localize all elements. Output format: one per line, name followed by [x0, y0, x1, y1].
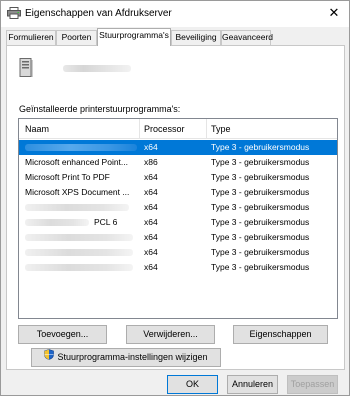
remove-driver-button[interactable]: Verwijderen...: [126, 325, 215, 344]
table-row[interactable]: PCL 6 x64 Type 3 - gebruikersmodus: [19, 215, 337, 230]
table-row[interactable]: x64 Type 3 - gebruikersmodus: [19, 260, 337, 275]
table-row[interactable]: x64 Type 3 - gebruikersmodus: [19, 200, 337, 215]
driver-processor: x64: [144, 217, 158, 227]
tab-forms[interactable]: Formulieren: [6, 30, 56, 45]
table-row[interactable]: x64 Type 3 - gebruikersmodus: [19, 230, 337, 245]
driver-processor: x64: [144, 172, 158, 182]
apply-button[interactable]: Toepassen: [287, 375, 338, 394]
driver-processor: x64: [144, 202, 158, 212]
driver-processor: x64: [144, 187, 158, 197]
table-row[interactable]: Microsoft enhanced Point... x86 Type 3 -…: [19, 155, 337, 170]
tab-advanced[interactable]: Geavanceerd: [221, 30, 273, 45]
driver-name: Microsoft enhanced Point...: [25, 157, 129, 167]
driver-properties-button[interactable]: Eigenschappen: [233, 325, 328, 344]
tab-strip: Formulieren Poorten Stuurprogramma's Bev…: [6, 28, 346, 46]
server-icon: [19, 58, 33, 78]
driver-processor: x64: [144, 142, 158, 152]
driver-type: Type 3 - gebruikersmodus: [211, 142, 310, 152]
driver-processor: x86: [144, 157, 158, 167]
driver-name-redacted: [25, 249, 133, 256]
driver-name-redacted: [25, 144, 137, 151]
column-header-name[interactable]: Naam: [21, 119, 138, 139]
printer-icon: [7, 7, 21, 19]
driver-name: Microsoft Print To PDF: [25, 172, 110, 182]
driver-type: Type 3 - gebruikersmodus: [211, 262, 310, 272]
tab-ports[interactable]: Poorten: [56, 30, 97, 45]
change-driver-settings-label: Stuurprogramma-instellingen wijzigen: [57, 352, 208, 362]
driver-type: Type 3 - gebruikersmodus: [211, 157, 310, 167]
driver-type: Type 3 - gebruikersmodus: [211, 232, 310, 242]
change-driver-settings-button[interactable]: Stuurprogramma-instellingen wijzigen: [31, 348, 221, 367]
table-row[interactable]: x64 Type 3 - gebruikersmodus: [19, 245, 337, 260]
driver-type: Type 3 - gebruikersmodus: [211, 172, 310, 182]
table-row[interactable]: x64 Type 3 - gebruikersmodus: [19, 140, 337, 155]
driver-type: Type 3 - gebruikersmodus: [211, 247, 310, 257]
table-row[interactable]: Microsoft XPS Document ... x64 Type 3 - …: [19, 185, 337, 200]
driver-name-redacted: [25, 204, 129, 211]
driver-processor: x64: [144, 262, 158, 272]
uac-shield-icon: [44, 349, 55, 366]
print-server-properties-dialog: Eigenschappen van Afdrukserver ✕ Formuli…: [0, 0, 350, 396]
list-header: Naam Processor Type: [19, 119, 337, 139]
driver-name: Microsoft XPS Document ...: [25, 187, 130, 197]
window-title: Eigenschappen van Afdrukserver: [25, 8, 172, 19]
driver-type: Type 3 - gebruikersmodus: [211, 217, 310, 227]
driver-processor: x64: [144, 232, 158, 242]
title-bar[interactable]: Eigenschappen van Afdrukserver ✕: [1, 1, 349, 27]
ok-button[interactable]: OK: [167, 375, 218, 394]
table-row[interactable]: Microsoft Print To PDF x64 Type 3 - gebr…: [19, 170, 337, 185]
cancel-button[interactable]: Annuleren: [227, 375, 278, 394]
driver-processor: x64: [144, 247, 158, 257]
driver-name-redacted: [25, 234, 133, 241]
close-button[interactable]: ✕: [319, 1, 349, 25]
drivers-list[interactable]: Naam Processor Type x64 Type 3 - gebruik…: [18, 118, 338, 319]
tab-drivers[interactable]: Stuurprogramma's: [97, 28, 171, 46]
driver-type: Type 3 - gebruikersmodus: [211, 202, 310, 212]
driver-name-redacted: [25, 264, 133, 271]
server-name-redacted: [63, 65, 131, 72]
driver-name-redacted: [25, 219, 89, 226]
driver-name: PCL 6: [94, 217, 118, 227]
column-header-processor[interactable]: Processor: [140, 119, 206, 139]
add-driver-button[interactable]: Toevoegen...: [18, 325, 107, 344]
installed-drivers-label: Geïnstalleerde printerstuurprogramma's:: [19, 104, 181, 114]
driver-type: Type 3 - gebruikersmodus: [211, 187, 310, 197]
column-header-type[interactable]: Type: [207, 119, 337, 139]
tab-security[interactable]: Beveiliging: [171, 30, 221, 45]
